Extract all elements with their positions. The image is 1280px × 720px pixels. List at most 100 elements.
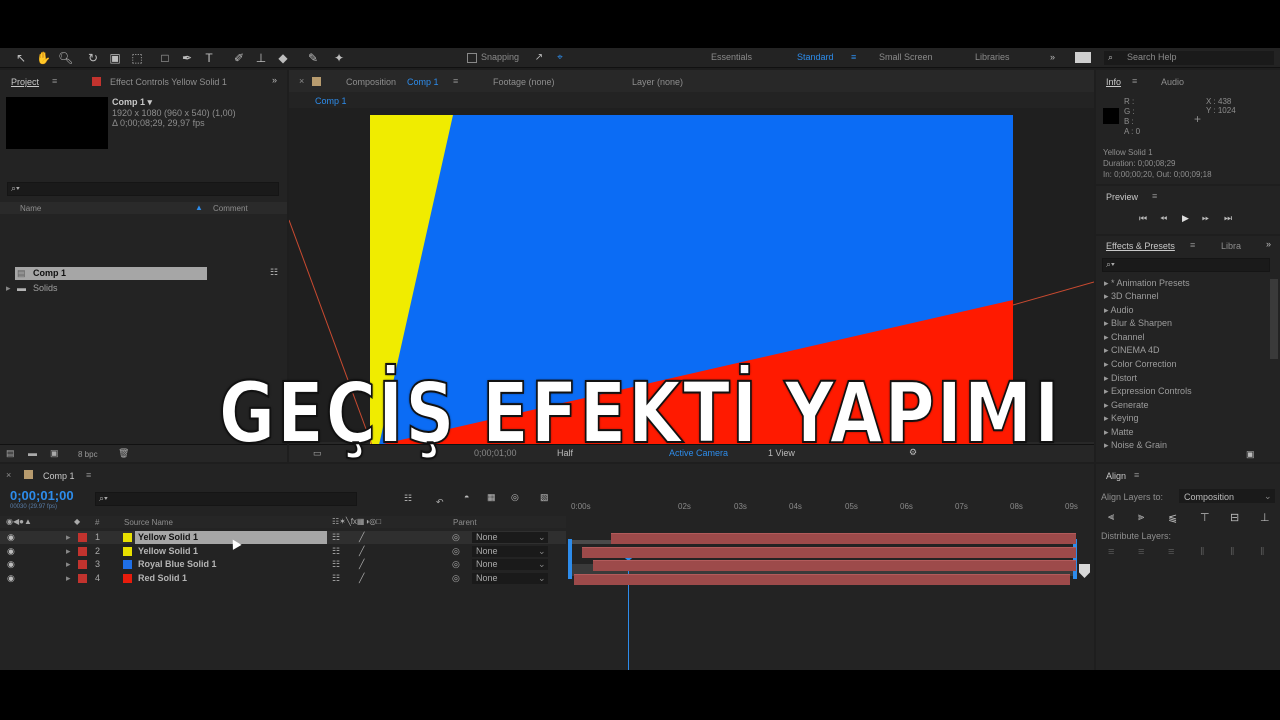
close-timeline-icon[interactable]: × [6, 470, 11, 480]
layer-label-color-icon[interactable] [78, 560, 87, 569]
layer-label-color-icon[interactable] [78, 574, 87, 583]
bpc-label[interactable]: 8 bpc [78, 450, 98, 463]
workspace-small-screen[interactable]: Small Screen [879, 52, 933, 62]
play-icon[interactable]: ▶ [1182, 213, 1189, 224]
pickwhip-icon[interactable]: ◎ [452, 532, 460, 545]
layer-label-color-icon[interactable] [78, 547, 87, 556]
hand-tool-icon[interactable]: ✋ [36, 51, 51, 65]
workspace-toggle-icon[interactable] [1075, 52, 1091, 63]
info-menu-icon[interactable]: ≡ [1132, 76, 1137, 86]
visibility-eye-icon[interactable]: ◉ [7, 532, 15, 545]
draft-3d-icon[interactable]: ↶ [436, 497, 444, 508]
effect-category[interactable]: ▸ Blur & Sharpen [1104, 318, 1172, 329]
first-frame-icon[interactable]: ⏮︎ [1139, 213, 1147, 224]
rectangle-tool-icon[interactable]: □ [158, 51, 172, 65]
align-right-icon[interactable]: ⫹ [1168, 511, 1177, 524]
distribute-left-icon[interactable]: ‖ [1200, 546, 1205, 558]
workspace-standard[interactable]: Standard [797, 52, 834, 62]
align-top-icon[interactable]: ⊤ [1200, 511, 1210, 524]
previous-frame-icon[interactable]: ⏪︎ [1160, 213, 1167, 224]
effect-category[interactable]: ▸ Channel [1104, 332, 1145, 343]
pen-tool-icon[interactable]: ✒ [180, 51, 194, 65]
layer-duration-bar[interactable] [582, 547, 1076, 558]
graph-editor-icon[interactable]: ▧ [540, 492, 549, 503]
distribute-right-icon[interactable]: ‖ [1260, 546, 1265, 558]
align-vcenter-icon[interactable]: ⊟ [1230, 511, 1239, 524]
layer-expand-icon[interactable]: ▸ [66, 573, 71, 586]
rotate-tool-icon[interactable]: ↻ [86, 51, 100, 65]
current-time-display[interactable]: 0;00;01;00 [10, 488, 74, 503]
table-row[interactable]: ◉ ▸ 3 Royal Blue Solid 1 ☷ ╱ ◎ None ⌄ [0, 558, 566, 571]
layer-duration-bar[interactable] [611, 533, 1076, 544]
layer-name[interactable]: Yellow Solid 1 [138, 532, 198, 545]
tab-audio[interactable]: Audio [1161, 77, 1184, 87]
workspace-libraries[interactable]: Libraries [975, 52, 1010, 62]
tab-align[interactable]: Align [1106, 471, 1126, 481]
tab-timeline-comp[interactable]: Comp 1 [43, 471, 75, 481]
layer-name[interactable]: Red Solid 1 [138, 573, 187, 586]
layer-name[interactable]: Royal Blue Solid 1 [138, 559, 217, 572]
eraser-tool-icon[interactable]: ◆ [276, 51, 290, 65]
effect-category[interactable]: ▸ * Animation Presets [1104, 278, 1190, 289]
new-preset-icon[interactable]: ▣ [1246, 449, 1255, 460]
visibility-eye-icon[interactable]: ◉ [7, 559, 15, 572]
quality-switch-icon[interactable]: ╱ [359, 559, 364, 572]
project-item-solids[interactable]: Solids [33, 283, 58, 296]
layer-expand-icon[interactable]: ▸ [66, 532, 71, 545]
quality-switch-icon[interactable]: ╱ [359, 573, 364, 586]
table-row[interactable]: ◉ ▸ 4 Red Solid 1 ☷ ╱ ◎ None ⌄ [0, 572, 566, 585]
next-frame-icon[interactable]: ⏩︎ [1202, 213, 1209, 224]
table-row[interactable]: ◉ ▸ 2 Yellow Solid 1 ☷ ╱ ◎ None ⌄ [0, 545, 566, 558]
workspace-menu-icon[interactable]: ≡ [851, 52, 856, 62]
shy-switch-icon[interactable]: ☷ [332, 559, 340, 572]
comp-marker-bin-icon[interactable] [1079, 564, 1090, 578]
pan-behind-tool-icon[interactable]: ⬚ [130, 51, 144, 65]
frame-blending-icon[interactable]: ▦ [487, 492, 496, 503]
quality-switch-icon[interactable]: ╱ [359, 532, 364, 545]
type-tool-icon[interactable]: T [202, 51, 216, 65]
selection-tool-icon[interactable]: ↖ [14, 51, 28, 65]
effects-scrollbar[interactable] [1270, 279, 1278, 359]
align-left-icon[interactable]: ⫷ [1108, 511, 1114, 524]
effect-category[interactable]: ▸ Audio [1104, 305, 1134, 316]
new-comp-icon[interactable]: ▣ [50, 448, 59, 461]
project-item-comp[interactable]: Comp 1 [33, 268, 66, 281]
new-folder-icon[interactable]: ▬ [28, 448, 37, 461]
comp-mini-flowchart-icon[interactable]: ☷ [404, 493, 412, 504]
last-frame-icon[interactable]: ⏭︎ [1224, 213, 1232, 224]
shy-switch-icon[interactable]: ☷ [332, 532, 340, 545]
interpret-footage-icon[interactable]: ▤ [6, 448, 15, 461]
distribute-bottom-icon[interactable]: ≡ [1168, 546, 1174, 558]
zoom-tool-icon[interactable]: 🔍︎ [58, 51, 73, 65]
panel-overflow-icon[interactable]: » [272, 75, 277, 85]
camera-tool-icon[interactable]: ▣ [108, 51, 122, 65]
effect-category[interactable]: ▸ 3D Channel [1104, 291, 1159, 302]
align-hcenter-icon[interactable]: ⫸ [1138, 511, 1144, 524]
effects-search-input[interactable] [1102, 258, 1270, 272]
table-row[interactable]: ◉ ▸ 1 Yellow Solid 1 ☷ ╱ ◎ None ⌄ [0, 531, 566, 544]
tab-effects-presets[interactable]: Effects & Presets [1106, 241, 1175, 251]
shy-switch-icon[interactable]: ☷ [332, 573, 340, 586]
tab-info[interactable]: Info [1106, 77, 1121, 87]
snap-feather-icon[interactable]: ↗ [532, 51, 546, 65]
align-bottom-icon[interactable]: ⊥ [1260, 511, 1270, 524]
current-time-indicator[interactable] [628, 554, 629, 670]
effects-menu-icon[interactable]: ≡ [1190, 240, 1195, 250]
shy-layers-icon[interactable]: ◓ [464, 492, 469, 502]
folder-expand-icon[interactable]: ▸ [6, 283, 11, 296]
column-name[interactable]: Name [20, 204, 41, 213]
distribute-top-icon[interactable]: ≡ [1108, 546, 1114, 558]
brush-tool-icon[interactable]: ✐ [232, 51, 246, 65]
clone-stamp-tool-icon[interactable]: ⊥ [254, 51, 268, 65]
layer-label-color-icon[interactable] [78, 533, 87, 542]
tab-effect-controls[interactable]: Effect Controls Yellow Solid 1 [110, 77, 227, 87]
timeline-menu-icon[interactable]: ≡ [86, 470, 91, 480]
effects-overflow-icon[interactable]: » [1266, 239, 1271, 249]
layer-duration-bar[interactable] [574, 574, 1070, 585]
more-workspaces-icon[interactable]: » [1050, 52, 1055, 62]
tab-project[interactable]: Project [11, 77, 39, 87]
distribute-hcenter-icon[interactable]: ‖ [1230, 546, 1235, 558]
timeline-search-input[interactable] [95, 492, 357, 506]
effect-category[interactable]: ▸ CINEMA 4D [1104, 345, 1160, 356]
pickwhip-icon[interactable]: ◎ [452, 573, 460, 586]
